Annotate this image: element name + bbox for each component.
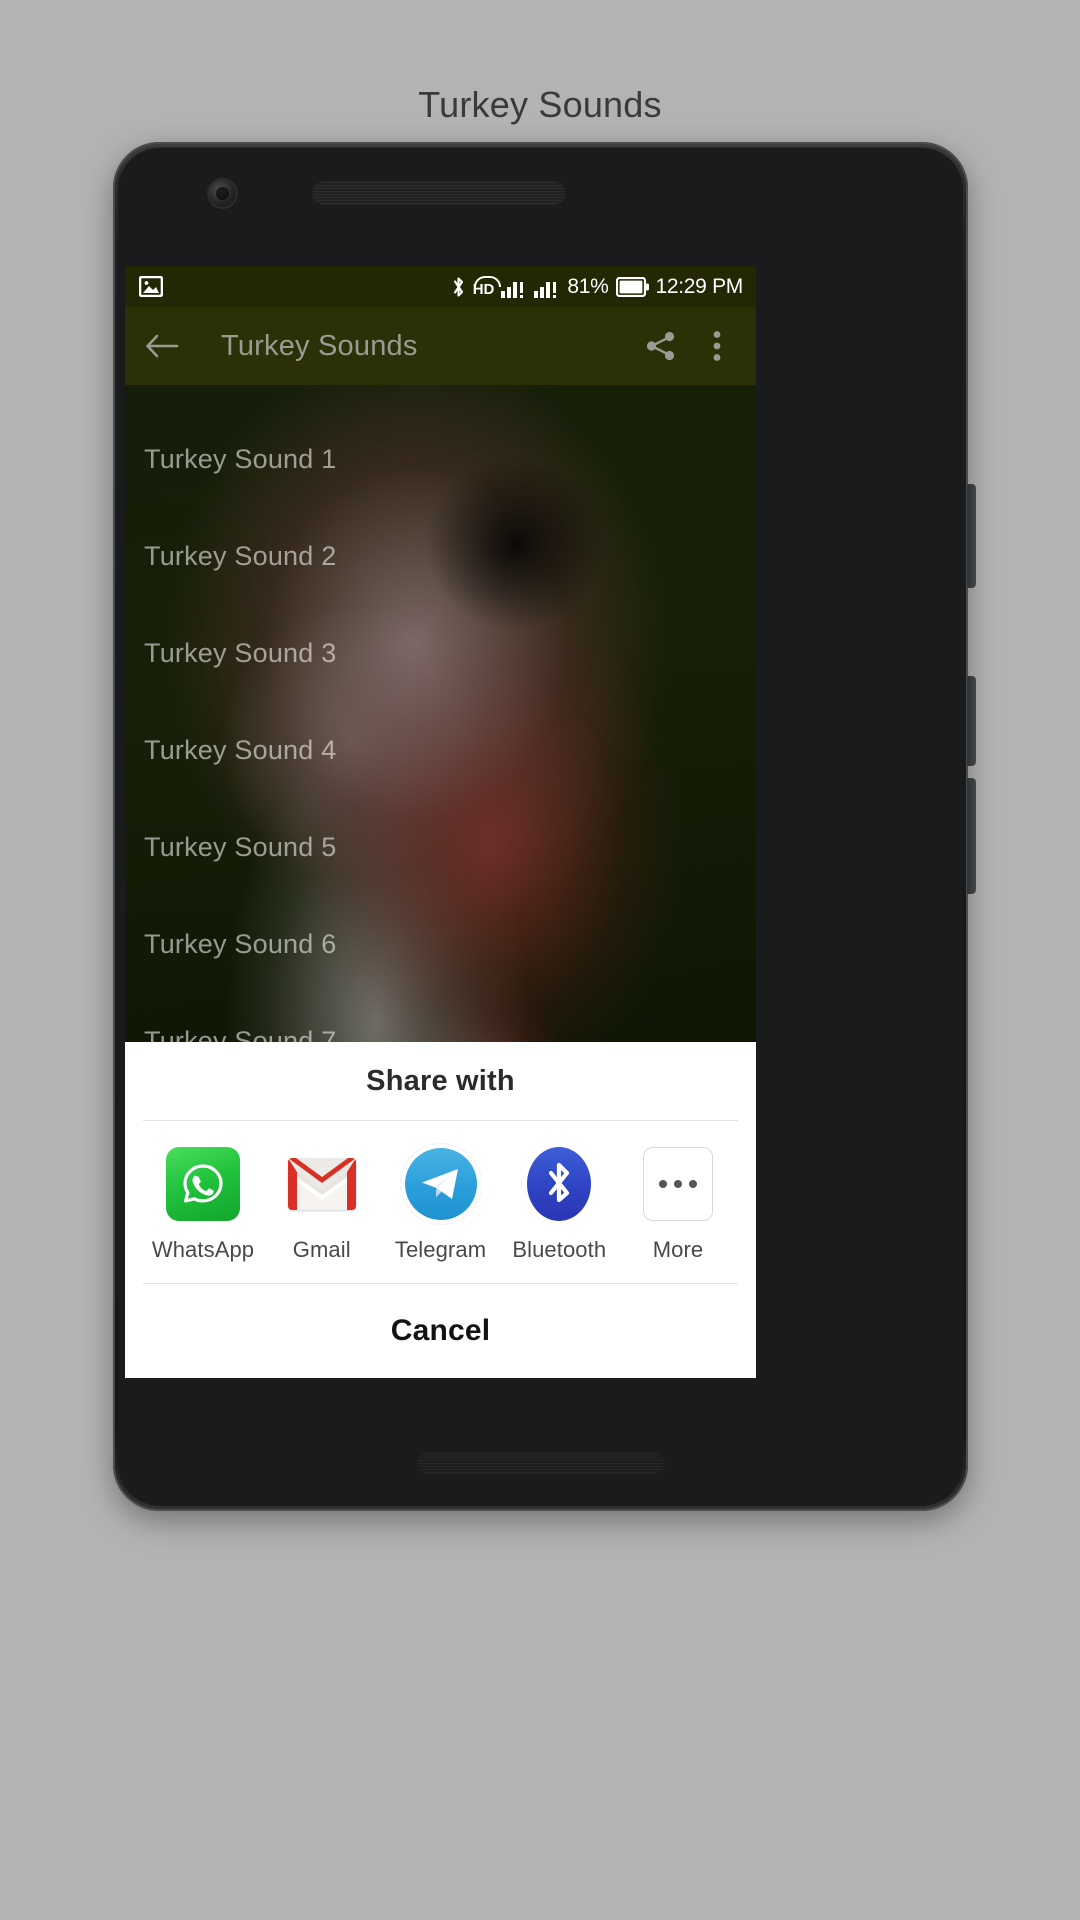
list-item[interactable]: Turkey Sound 1 (125, 411, 756, 508)
share-target-label: Gmail (292, 1237, 351, 1262)
earpiece-speaker (313, 182, 565, 204)
list-item-label: Turkey Sound 4 (144, 735, 337, 765)
share-target-label: WhatsApp (151, 1237, 255, 1262)
list-item[interactable]: Turkey Sound 4 (125, 702, 756, 799)
telegram-icon (404, 1147, 478, 1221)
phone-device-frame: HD 81% 12:29 PM Turkey Sounds Turkey Sou… (113, 142, 976, 1511)
battery-icon (615, 276, 649, 297)
list-item-label: Turkey Sound 6 (144, 929, 337, 959)
list-item-label: Turkey Sound 3 (144, 638, 337, 668)
phone-screen: HD 81% 12:29 PM Turkey Sounds Turkey Sou… (125, 266, 756, 1378)
share-target-label: Bluetooth (512, 1237, 607, 1262)
bluetooth-icon (522, 1147, 596, 1221)
bottom-speaker (417, 1453, 664, 1473)
app-bar-title: Turkey Sounds (221, 329, 418, 362)
share-target-gmail[interactable]: Gmail (270, 1147, 374, 1263)
share-sheet-title: Share with (366, 1064, 515, 1097)
list-item[interactable]: Turkey Sound 5 (125, 799, 756, 896)
cancel-button[interactable]: Cancel (125, 1284, 756, 1378)
sound-list-container: Turkey Sound 1 Turkey Sound 2 Turkey Sou… (125, 385, 756, 1378)
clock-label: 12:29 PM (655, 274, 744, 298)
app-bar: Turkey Sounds (125, 307, 756, 385)
share-bottom-sheet: Share with WhatsApp Gmail Telegram Bluet… (125, 1042, 756, 1378)
share-target-telegram[interactable]: Telegram (389, 1147, 493, 1263)
share-target-list: WhatsApp Gmail Telegram Bluetooth More (125, 1121, 756, 1283)
overflow-menu-icon[interactable] (696, 325, 738, 367)
more-icon (641, 1147, 715, 1221)
volume-down-button[interactable] (967, 778, 976, 894)
page-title: Turkey Sounds (418, 84, 662, 125)
battery-percent-label: 81% (567, 274, 609, 298)
list-item-label: Turkey Sound 1 (144, 444, 337, 474)
list-item[interactable]: Turkey Sound 6 (125, 896, 756, 993)
image-icon (139, 276, 163, 297)
share-target-bluetooth[interactable]: Bluetooth (507, 1147, 611, 1263)
signal-bars-icon (534, 276, 560, 298)
list-item-label: Turkey Sound 2 (144, 541, 337, 571)
back-arrow-icon[interactable] (141, 325, 183, 367)
list-item[interactable]: Turkey Sound 2 (125, 508, 756, 605)
hd-voice-icon: HD (473, 276, 501, 297)
power-button[interactable] (967, 484, 976, 588)
share-target-more[interactable]: More (626, 1147, 730, 1263)
share-target-label: More (652, 1237, 704, 1262)
list-item[interactable]: Turkey Sound 3 (125, 605, 756, 702)
status-bar: HD 81% 12:29 PM (125, 266, 756, 307)
share-target-label: Telegram (394, 1237, 487, 1262)
volume-up-button[interactable] (967, 676, 976, 766)
share-target-whatsapp[interactable]: WhatsApp (151, 1147, 255, 1263)
list-item-label: Turkey Sound 5 (144, 832, 337, 862)
bluetooth-icon (451, 275, 466, 299)
front-camera-icon (209, 180, 236, 207)
whatsapp-icon (166, 1147, 240, 1221)
share-icon[interactable] (640, 325, 682, 367)
gmail-icon (285, 1147, 359, 1221)
signal-bars-icon (501, 276, 527, 298)
